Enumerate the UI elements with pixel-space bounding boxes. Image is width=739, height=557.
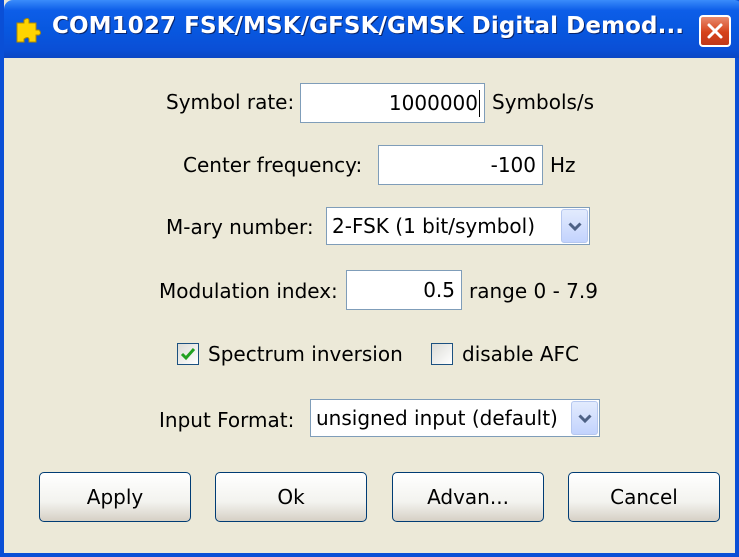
cancel-button[interactable]: Cancel [568, 472, 720, 522]
text-caret [479, 90, 480, 117]
disable-afc-label[interactable]: disable AFC [462, 342, 579, 366]
symbol-rate-unit: Symbols/s [492, 90, 595, 114]
spectrum-inversion-checkbox[interactable] [177, 343, 199, 365]
symbol-rate-label: Symbol rate: [166, 90, 295, 114]
input-format-select[interactable]: unsigned input (default) [310, 399, 600, 437]
disable-afc-checkbox[interactable] [431, 343, 453, 365]
window-title: COM1027 FSK/MSK/GFSK/GMSK Digital Demod.… [52, 13, 685, 39]
close-icon [707, 23, 723, 39]
mary-number-select[interactable]: 2-FSK (1 bit/symbol) [326, 207, 590, 245]
close-button[interactable] [699, 15, 731, 47]
modulation-index-value: 0.5 [423, 278, 455, 302]
center-frequency-label: Center frequency: [183, 153, 363, 177]
modulation-index-input[interactable]: 0.5 [346, 270, 462, 310]
symbol-rate-value: 1000000 [388, 91, 478, 115]
mary-number-dropdown-button[interactable] [561, 209, 588, 243]
spectrum-inversion-label[interactable]: Spectrum inversion [208, 342, 403, 366]
chevron-down-icon [578, 414, 592, 424]
mary-number-label: M-ary number: [166, 215, 314, 239]
puzzle-piece-icon [14, 17, 42, 45]
input-format-selected: unsigned input (default) [316, 406, 558, 430]
center-frequency-value: -100 [490, 153, 536, 177]
chevron-down-icon [568, 222, 582, 232]
mary-number-selected: 2-FSK (1 bit/symbol) [332, 214, 536, 238]
checkmark-icon [180, 348, 196, 361]
center-frequency-input[interactable]: -100 [378, 145, 543, 185]
ok-button[interactable]: Ok [215, 472, 367, 522]
advanced-button[interactable]: Advan... [392, 472, 544, 522]
symbol-rate-input[interactable]: 1000000 [300, 83, 485, 123]
input-format-dropdown-button[interactable] [571, 401, 598, 435]
title-bar[interactable]: COM1027 FSK/MSK/GFSK/GMSK Digital Demod.… [4, 0, 739, 58]
dialog-window: COM1027 FSK/MSK/GFSK/GMSK Digital Demod.… [0, 0, 739, 557]
modulation-index-range: range 0 - 7.9 [469, 279, 598, 303]
input-format-label: Input Format: [159, 408, 295, 432]
center-frequency-unit: Hz [550, 153, 576, 177]
modulation-index-label: Modulation index: [159, 279, 338, 303]
apply-button[interactable]: Apply [39, 472, 191, 522]
